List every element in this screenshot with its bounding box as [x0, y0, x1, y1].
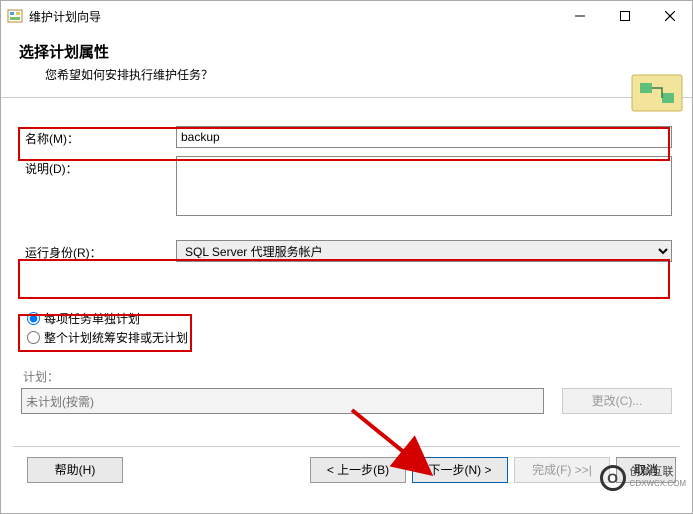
- close-button[interactable]: [647, 1, 692, 31]
- page-subtitle: 您希望如何安排执行维护任务？: [45, 66, 674, 83]
- runas-label: 运行身份(R)：: [21, 240, 176, 261]
- radio-separate-row[interactable]: 每项任务单独计划: [27, 310, 672, 327]
- watermark-text: 创新互联 CDXWCX.COM: [630, 467, 686, 489]
- description-label: 说明(D)：: [21, 156, 176, 177]
- help-button[interactable]: 帮助(H): [27, 457, 123, 483]
- next-button[interactable]: 下一步(N) >: [412, 457, 508, 483]
- radio-single-label: 整个计划统筹安排或无计划: [44, 329, 188, 346]
- runas-select[interactable]: SQL Server 代理服务帐户: [176, 240, 672, 262]
- watermark: O 创新互联 CDXWCX.COM: [600, 465, 686, 491]
- name-row: 名称(M)：: [21, 126, 672, 148]
- footer: 帮助(H) < 上一步(B) 下一步(N) > 完成(F) >>| 取消: [1, 457, 692, 497]
- minimize-button[interactable]: [557, 1, 602, 31]
- radio-single-row[interactable]: 整个计划统筹安排或无计划: [27, 329, 672, 346]
- radio-separate[interactable]: [27, 312, 40, 325]
- schedule-section-label: 计划：: [23, 368, 672, 385]
- name-input[interactable]: [176, 126, 672, 148]
- titlebar: 维护计划向导: [1, 1, 692, 31]
- schedule-readonly: 未计划(按需): [21, 388, 544, 414]
- name-label: 名称(M)：: [21, 126, 176, 147]
- watermark-logo-icon: O: [600, 465, 626, 491]
- schedule-radio-group: 每项任务单独计划 整个计划统筹安排或无计划: [27, 310, 672, 346]
- window-title: 维护计划向导: [29, 7, 557, 25]
- schedule-row: 未计划(按需) 更改(C)...: [21, 388, 672, 414]
- radio-separate-label: 每项任务单独计划: [44, 310, 140, 327]
- header-area: 选择计划属性 您希望如何安排执行维护任务？: [1, 31, 692, 98]
- footer-rule: [13, 446, 680, 447]
- finish-button: 完成(F) >>|: [514, 457, 610, 483]
- page-title: 选择计划属性: [19, 41, 674, 62]
- radio-single[interactable]: [27, 331, 40, 344]
- wizard-icon: [7, 8, 23, 24]
- wizard-window: 维护计划向导 选择计划属性 您希望如何安排执行维护任务？ 名称(M)：: [0, 0, 693, 514]
- body-area: 名称(M)： 说明(D)： 运行身份(R)： SQL Server 代理服务帐户…: [1, 98, 692, 446]
- runas-row: 运行身份(R)： SQL Server 代理服务帐户: [21, 240, 672, 262]
- back-button[interactable]: < 上一步(B): [310, 457, 406, 483]
- change-schedule-button: 更改(C)...: [562, 388, 672, 414]
- maximize-button[interactable]: [602, 1, 647, 31]
- description-row: 说明(D)：: [21, 156, 672, 216]
- description-textarea[interactable]: [176, 156, 672, 216]
